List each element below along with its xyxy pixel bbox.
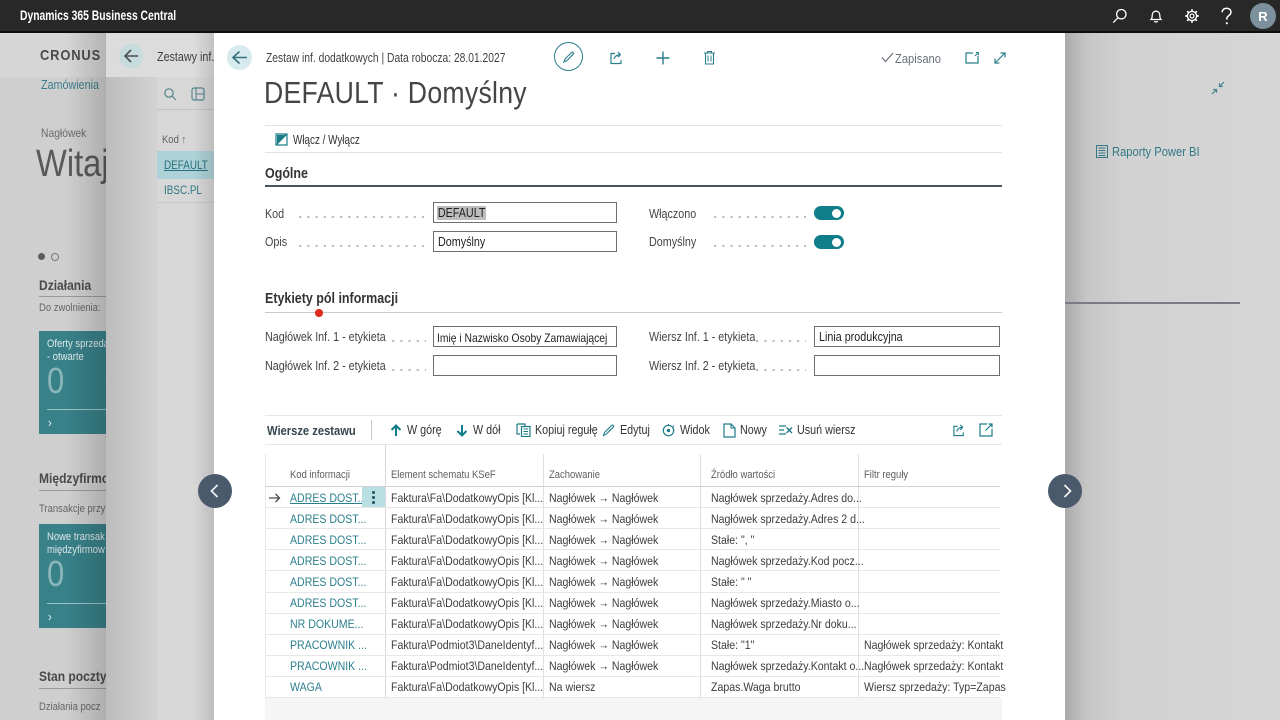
svg-text:R: R bbox=[1258, 9, 1268, 24]
